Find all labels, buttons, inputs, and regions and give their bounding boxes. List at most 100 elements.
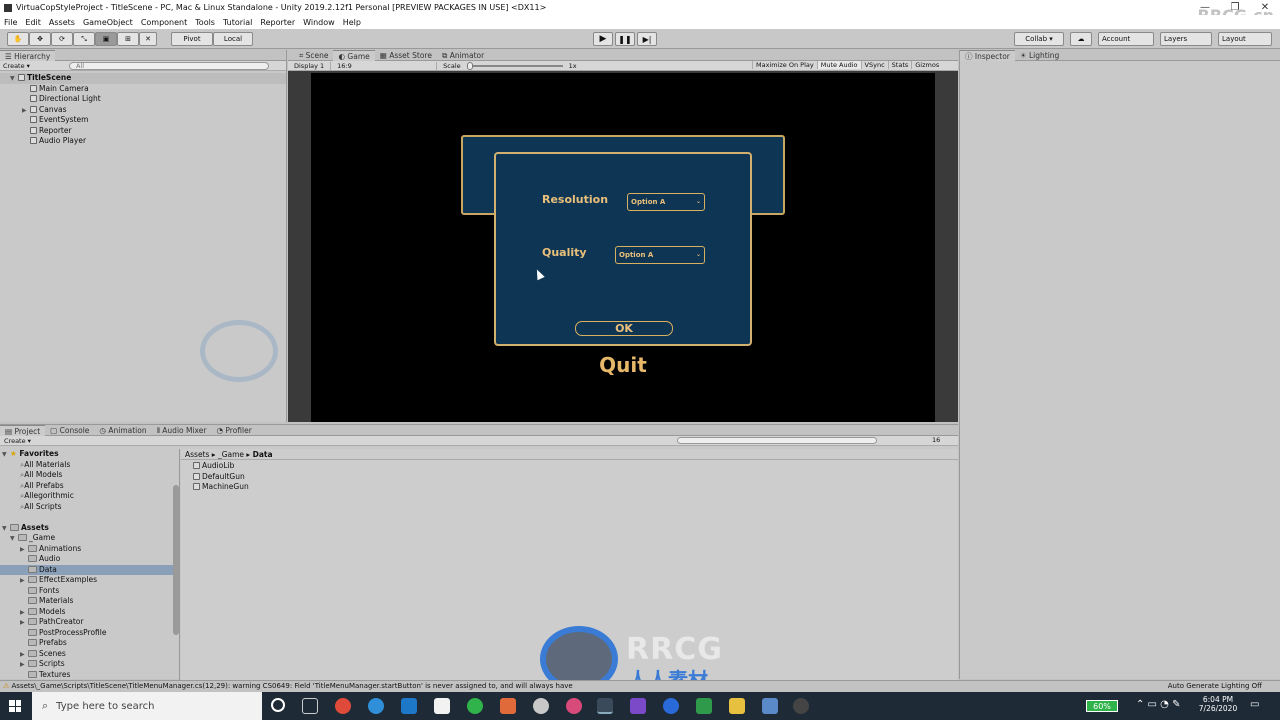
status-message[interactable]: Assets\_Game\Scripts\TitleScene\TitleMen… <box>12 682 573 690</box>
menu-reporter[interactable]: Reporter <box>256 18 299 27</box>
tab-project[interactable]: ▤ Project <box>0 424 46 436</box>
tab-console[interactable]: ▢ Console <box>45 425 94 436</box>
app-icon[interactable] <box>696 698 712 714</box>
battery-indicator[interactable]: 60% <box>1086 700 1118 712</box>
menu-edit[interactable]: Edit <box>21 18 45 27</box>
account-dropdown[interactable]: Account <box>1098 32 1154 46</box>
asset-file[interactable]: MachineGun <box>181 482 958 493</box>
favorite-item[interactable]: ⌕Allegorithmic <box>0 491 179 502</box>
folder-item[interactable]: ▶ EffectExamples <box>0 575 179 586</box>
breadcrumb-item[interactable]: Data <box>253 450 273 459</box>
chrome-icon[interactable] <box>335 698 351 714</box>
folder-item[interactable]: Prefabs <box>0 638 179 649</box>
asset-file[interactable]: AudioLib <box>181 461 958 472</box>
hierarchy-create-button[interactable]: Create ▾ <box>0 62 33 70</box>
hierarchy-item-reporter[interactable]: Reporter <box>0 126 286 137</box>
edge-icon[interactable] <box>368 698 384 714</box>
rotate-tool-icon[interactable]: ⟳ <box>51 32 73 46</box>
hierarchy-item-directional-light[interactable]: Directional Light <box>0 94 286 105</box>
favorite-item[interactable]: ⌕All Scripts <box>0 502 179 513</box>
clock[interactable]: 6:04 PM 7/26/2020 <box>1196 695 1240 713</box>
folder-item[interactable]: Textures <box>0 670 179 681</box>
hand-tool-icon[interactable]: ✋ <box>7 32 29 46</box>
app-icon[interactable] <box>566 698 582 714</box>
store-icon[interactable] <box>434 698 450 714</box>
project-create-button[interactable]: Create ▾ <box>0 437 35 445</box>
stats-toggle[interactable]: Stats <box>887 61 912 69</box>
hierarchy-item-audio-player[interactable]: Audio Player <box>0 136 286 147</box>
folder-item[interactable]: ▶ Animations <box>0 544 179 555</box>
breadcrumb-item[interactable]: Assets <box>185 450 209 459</box>
maximize-on-play-toggle[interactable]: Maximize On Play <box>752 61 817 69</box>
folder-item[interactable]: ▶ Scripts <box>0 659 179 670</box>
tab-hierarchy[interactable]: ☰ Hierarchy <box>0 49 56 61</box>
gizmos-dropdown[interactable]: Gizmos <box>911 61 942 69</box>
wechat-icon[interactable] <box>467 698 483 714</box>
tab-asset-store[interactable]: ▦ Asset Store <box>375 50 437 61</box>
transform-tool-icon[interactable]: ⊞ <box>117 32 139 46</box>
menu-tools[interactable]: Tools <box>191 18 219 27</box>
folder-item[interactable]: ▶ Models <box>0 607 179 618</box>
step-button[interactable]: ▶| <box>637 32 657 46</box>
taskbar-search[interactable]: ⌕ Type here to search <box>32 692 262 720</box>
menu-file[interactable]: File <box>0 18 21 27</box>
scene-row[interactable]: ▼ TitleScene <box>0 73 286 84</box>
task-view-icon[interactable] <box>302 698 318 714</box>
menu-gameobject[interactable]: GameObject <box>79 18 137 27</box>
scale-slider[interactable] <box>466 61 563 70</box>
tab-profiler[interactable]: ◔ Profiler <box>211 425 256 436</box>
scale-slider-thumb[interactable] <box>466 61 473 70</box>
game-folder-row[interactable]: ▼ _Game <box>0 533 179 544</box>
assets-row[interactable]: ▼ Assets <box>0 523 179 534</box>
hierarchy-item-eventsystem[interactable]: EventSystem <box>0 115 286 126</box>
custom-tool-icon[interactable]: ✕ <box>139 32 157 46</box>
windows-start-icon[interactable] <box>9 700 21 712</box>
folder-item[interactable]: PostProcessProfile <box>0 628 179 639</box>
tab-scene[interactable]: ⌗ Scene <box>294 50 333 61</box>
pause-button[interactable]: ❚❚ <box>615 32 635 46</box>
cloud-icon[interactable]: ☁ <box>1070 32 1092 46</box>
folder-item[interactable]: Materials <box>0 596 179 607</box>
breadcrumb-item[interactable]: _Game <box>218 450 244 459</box>
file-explorer-icon[interactable] <box>729 698 745 714</box>
folder-item-selected[interactable]: Data <box>0 564 179 575</box>
menu-assets[interactable]: Assets <box>45 18 79 27</box>
collab-button[interactable]: Collab ▾ <box>1014 32 1064 46</box>
asset-file[interactable]: DefaultGun <box>181 472 958 483</box>
menu-window[interactable]: Window <box>299 18 339 27</box>
tab-animator[interactable]: ⧉ Animator <box>437 50 489 61</box>
menu-help[interactable]: Help <box>339 18 365 27</box>
hierarchy-search-input[interactable]: All <box>68 61 269 70</box>
tab-animation[interactable]: ◷ Animation <box>94 425 151 436</box>
mute-audio-toggle[interactable]: Mute Audio <box>816 61 861 69</box>
move-tool-icon[interactable]: ✥ <box>29 32 51 46</box>
hierarchy-item-main-camera[interactable]: Main Camera <box>0 84 286 95</box>
notification-icon[interactable]: ▭ <box>1250 699 1259 710</box>
pivot-button[interactable]: Pivot <box>171 32 213 46</box>
app-icon[interactable] <box>533 698 549 714</box>
layout-dropdown[interactable]: Layout <box>1218 32 1272 46</box>
local-button[interactable]: Local <box>213 32 253 46</box>
play-button[interactable]: ▶ <box>593 32 613 46</box>
folder-item[interactable]: Audio <box>0 554 179 565</box>
scale-tool-icon[interactable]: ⤡ <box>73 32 95 46</box>
favorite-item[interactable]: ⌕All Prefabs <box>0 481 179 492</box>
vsync-toggle[interactable]: VSync <box>860 61 888 69</box>
resolution-dropdown[interactable]: Option A ⌄ <box>627 193 705 211</box>
favorites-row[interactable]: ▼ ★ Favorites <box>0 449 179 460</box>
favorite-item[interactable]: ⌕All Models <box>0 470 179 481</box>
visual-studio-icon[interactable] <box>630 698 646 714</box>
display-dropdown[interactable]: Display 1 <box>288 61 332 70</box>
folder-item[interactable]: ▶ PathCreator <box>0 617 179 628</box>
hierarchy-item-canvas[interactable]: ▶ Canvas <box>0 105 286 116</box>
app-icon[interactable] <box>500 698 516 714</box>
folder-item[interactable]: Fonts <box>0 586 179 597</box>
aspect-dropdown[interactable]: 16:9 <box>331 61 438 70</box>
cortana-icon[interactable] <box>271 698 285 712</box>
tab-audio-mixer[interactable]: ⦀ Audio Mixer <box>152 425 212 436</box>
menu-tutorial[interactable]: Tutorial <box>219 18 256 27</box>
quit-button[interactable]: Quit <box>583 353 663 377</box>
game-viewport[interactable]: Resolution Option A ⌄ Quality Option A ⌄ O… <box>311 73 935 422</box>
app-icon[interactable] <box>762 698 778 714</box>
unity-taskbar-icon[interactable] <box>597 698 613 714</box>
